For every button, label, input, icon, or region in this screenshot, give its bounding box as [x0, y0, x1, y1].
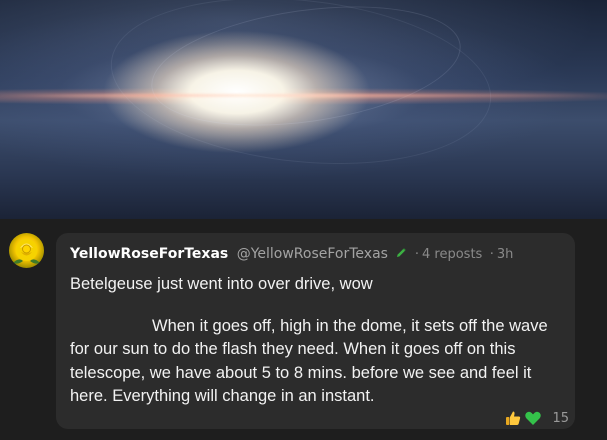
thumbs-up-icon[interactable]: [504, 409, 522, 427]
post-body: Betelgeuse just went into over drive, wo…: [70, 273, 570, 409]
pencil-icon: [397, 248, 407, 257]
separator: ·: [414, 247, 419, 262]
post-view: YellowRoseForTexas @YellowRoseForTexas ·…: [0, 0, 607, 440]
author-name[interactable]: YellowRoseForTexas: [70, 246, 228, 262]
post-text-paragraph: When it goes off, high in the dome, it s…: [70, 316, 548, 406]
avatar[interactable]: [9, 233, 44, 268]
light-streak: [0, 94, 607, 97]
green-heart-icon[interactable]: [524, 409, 542, 427]
post-text-line: Betelgeuse just went into over drive, wo…: [70, 275, 373, 293]
author-handle[interactable]: @YellowRoseForTexas: [237, 246, 388, 262]
post-image[interactable]: [0, 0, 607, 219]
post-time[interactable]: 3h: [497, 247, 514, 262]
reactions[interactable]: 15: [504, 409, 569, 427]
yellow-rose-icon: [13, 239, 40, 264]
separator-2: ·: [489, 247, 494, 262]
post-card[interactable]: YellowRoseForTexas @YellowRoseForTexas ·…: [56, 233, 575, 429]
post-header: YellowRoseForTexas @YellowRoseForTexas ·…: [70, 245, 513, 264]
repost-count[interactable]: 4 reposts: [422, 247, 482, 262]
reaction-count: 15: [552, 410, 569, 426]
